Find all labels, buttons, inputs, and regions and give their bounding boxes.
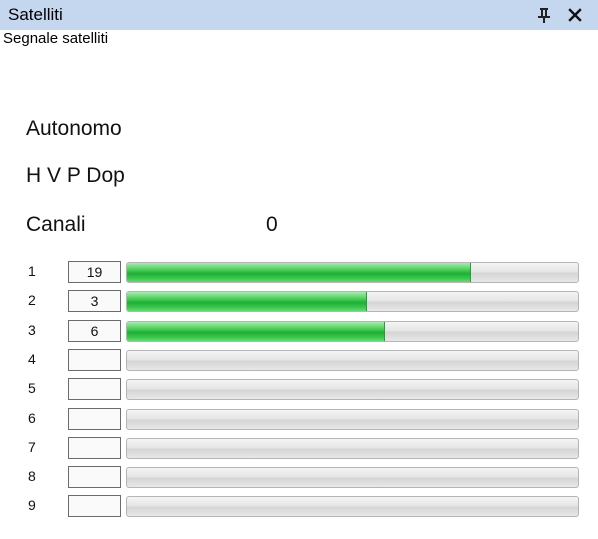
close-button[interactable] xyxy=(563,3,587,27)
close-icon xyxy=(568,8,582,22)
satellite-row: 1 19 xyxy=(0,258,598,287)
satellite-index: 9 xyxy=(28,497,36,513)
signal-strength-bar xyxy=(126,379,579,400)
satellite-snr-box xyxy=(68,349,121,371)
satellite-row: 9 xyxy=(0,492,598,521)
positioning-mode-label: Autonomo xyxy=(26,117,122,140)
panel-subtitle: Segnale satelliti xyxy=(3,30,109,47)
satellite-row: 7 xyxy=(0,434,598,463)
signal-strength-fill xyxy=(127,263,471,282)
satellite-row: 6 xyxy=(0,405,598,434)
channels-label: Canali xyxy=(26,213,86,236)
satellite-index: 5 xyxy=(28,380,36,396)
signal-strength-bar xyxy=(126,350,579,371)
satellite-index: 4 xyxy=(28,351,36,367)
signal-strength-bar xyxy=(126,291,579,312)
panel-title: Satelliti xyxy=(8,5,63,24)
satellite-snr-box xyxy=(68,466,121,488)
satellite-row: 23 xyxy=(0,287,598,316)
satellite-row: 4 xyxy=(0,346,598,375)
satellite-index: 3 xyxy=(28,322,36,338)
satellite-index: 7 xyxy=(28,439,36,455)
satellite-snr-box xyxy=(68,495,121,517)
signal-strength-fill xyxy=(127,292,368,311)
signal-strength-bar xyxy=(126,438,579,459)
satellite-snr-box xyxy=(68,437,121,459)
pin-icon xyxy=(538,8,550,23)
pin-button[interactable] xyxy=(532,3,556,27)
satellite-snr-box: 19 xyxy=(68,261,121,283)
satellite-snr-box xyxy=(68,378,121,400)
signal-strength-bar xyxy=(126,321,579,342)
satellite-row: 5 xyxy=(0,375,598,404)
satellite-snr-box: 3 xyxy=(68,290,121,312)
signal-strength-bar xyxy=(126,496,579,517)
satellite-snr-box xyxy=(68,408,121,430)
signal-strength-bar xyxy=(126,262,579,283)
satellite-index: 6 xyxy=(28,410,36,426)
panel-titlebar: Satelliti xyxy=(0,0,598,30)
signal-strength-fill xyxy=(127,322,386,341)
signal-strength-bar xyxy=(126,409,579,430)
satellite-index: 2 xyxy=(28,292,36,308)
satellite-row: 36 xyxy=(0,317,598,346)
channels-value: 0 xyxy=(266,213,278,236)
dop-label: H V P Dop xyxy=(26,164,125,187)
satellite-row: 8 xyxy=(0,463,598,492)
satellite-snr-box: 6 xyxy=(68,320,121,342)
satellite-index: 1 xyxy=(28,263,36,279)
satellite-index: 8 xyxy=(28,468,36,484)
signal-strength-bar xyxy=(126,467,579,488)
